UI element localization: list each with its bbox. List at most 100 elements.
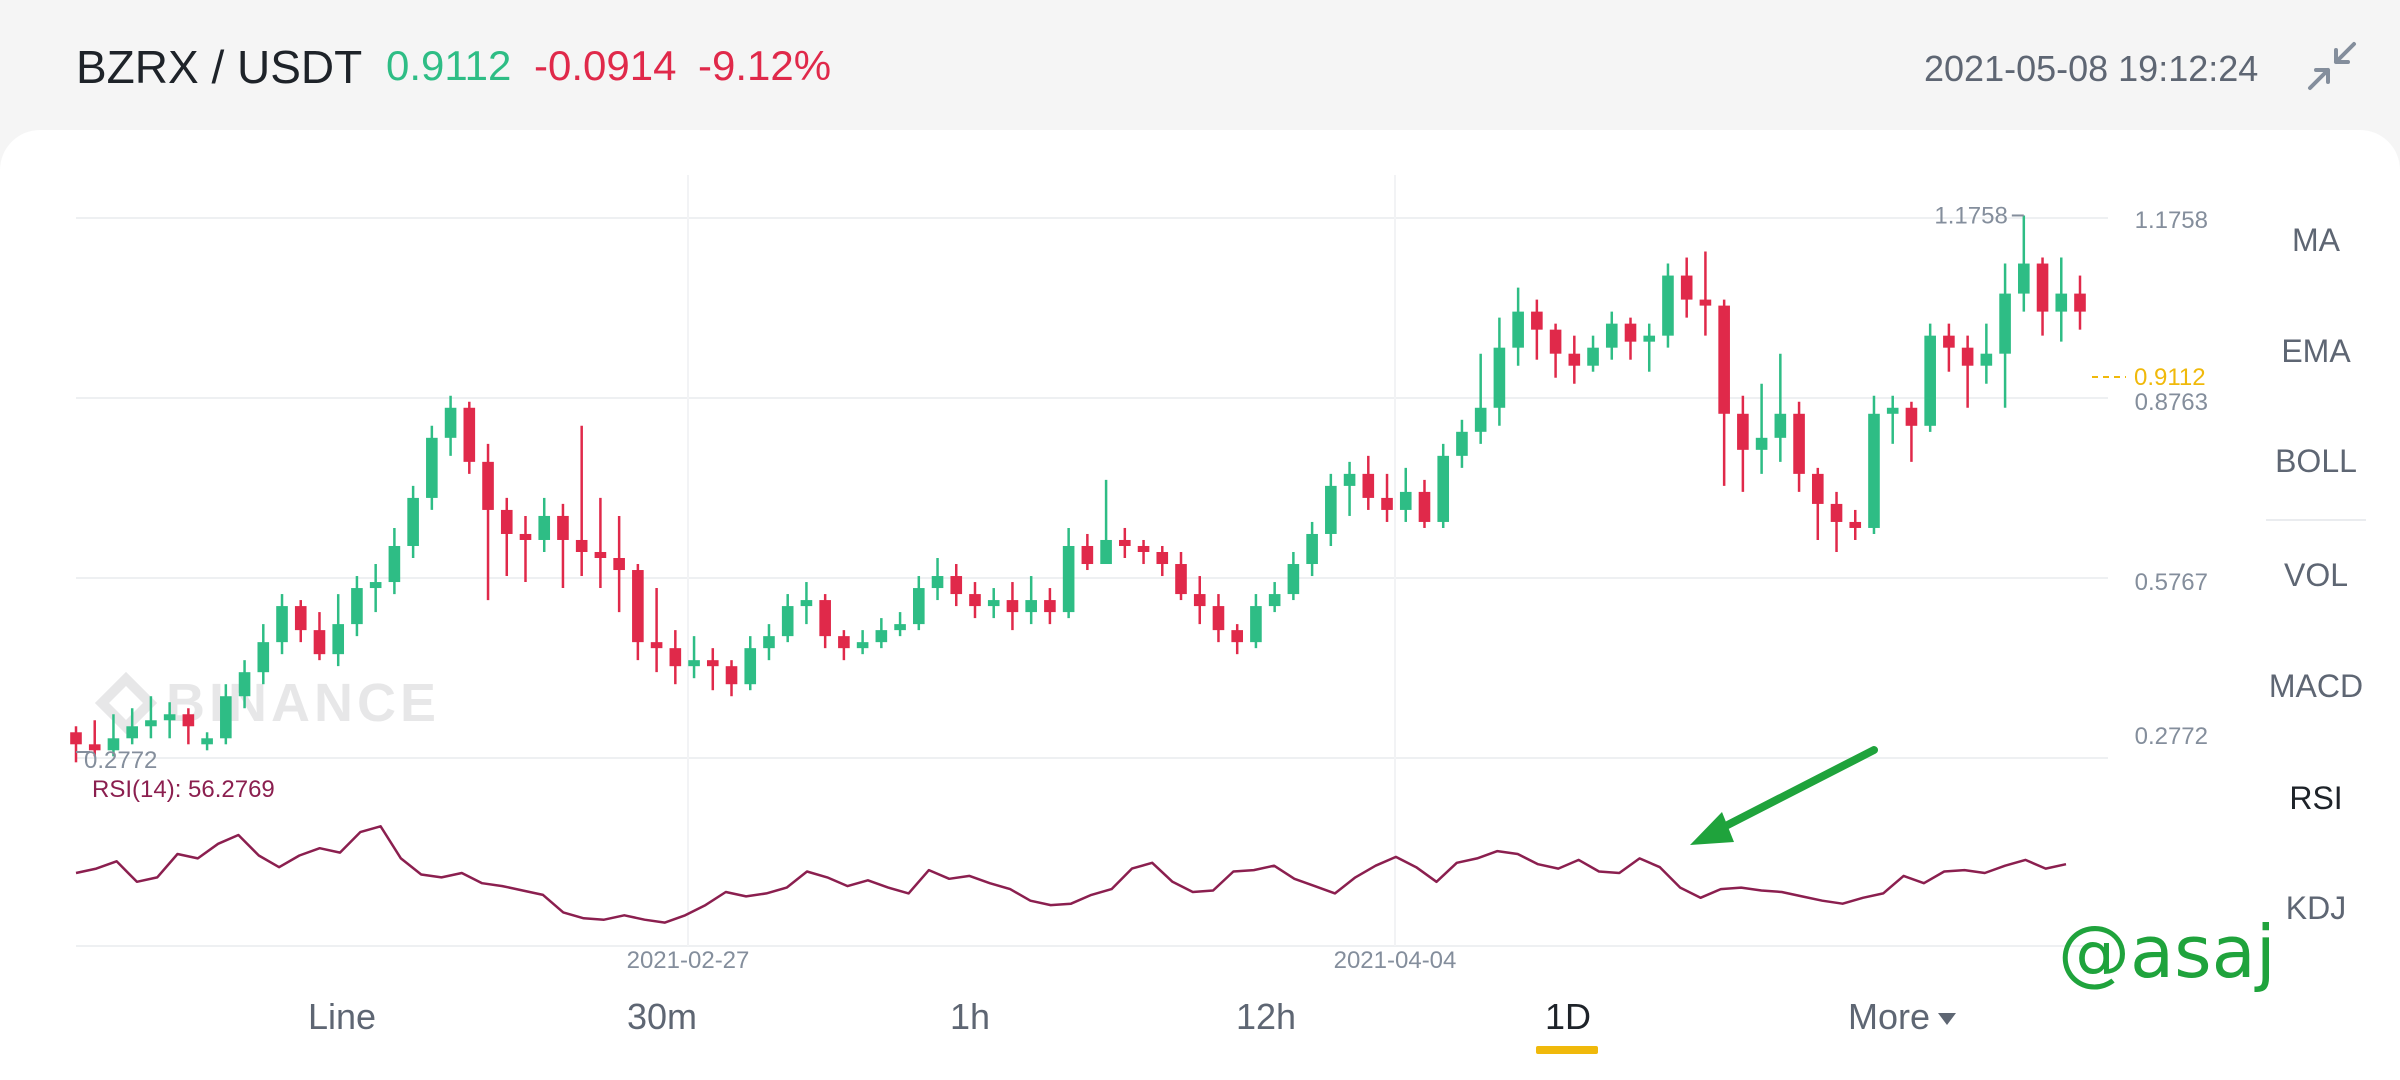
candle-body — [688, 660, 700, 667]
candle-body — [70, 732, 82, 745]
candle-body — [1886, 407, 1899, 414]
indicator-boll[interactable]: BOLL — [2266, 443, 2366, 480]
candle-body — [444, 407, 457, 438]
timeframe-more[interactable]: More — [1832, 996, 1972, 1038]
candle-body — [838, 636, 850, 649]
candle-body — [1250, 606, 1262, 643]
candle-body — [1193, 594, 1206, 607]
candle-body — [894, 624, 906, 631]
candle-body — [1699, 299, 1712, 306]
annotation-arrow-shaft — [1708, 746, 1878, 837]
candle-body — [1493, 347, 1506, 408]
candle-body — [1849, 521, 1862, 528]
rsi-value-label: RSI(14): 56.2769 — [92, 776, 275, 803]
candle-body — [163, 714, 176, 721]
candlestick-chart[interactable]: 1.1758 0.8763 0.5767 0.2772 1.1758 0.2772 0.91… — [0, 0, 2400, 1080]
candle-body — [1044, 600, 1056, 613]
candle-body — [1212, 606, 1225, 631]
candle-body — [1531, 311, 1543, 330]
candle-body — [1156, 551, 1169, 565]
candle-body — [819, 600, 831, 637]
candle-body — [1287, 564, 1300, 595]
candle-body — [632, 570, 644, 643]
candle-body — [182, 714, 195, 727]
candle-body — [369, 582, 382, 589]
timeframe-12h[interactable]: 12h — [1230, 996, 1302, 1038]
candle-body — [1512, 311, 1524, 348]
timeframe-line[interactable]: Line — [296, 996, 388, 1038]
candle-body — [388, 545, 401, 583]
candle-body — [669, 648, 682, 667]
candle-body — [1081, 545, 1094, 565]
candle-body — [1605, 323, 1618, 348]
rsi-line — [75, 825, 2067, 924]
caret-down-icon — [1938, 1013, 1957, 1026]
indicator-rsi[interactable]: RSI — [2266, 780, 2366, 817]
candle-body — [800, 600, 813, 607]
candle-body — [763, 636, 775, 649]
date-axis-label: 2021-02-27 — [627, 947, 750, 974]
indicator-ma[interactable]: MA — [2266, 222, 2366, 259]
candle-body — [1362, 473, 1375, 498]
candle-body — [987, 600, 1000, 607]
indicator-ema[interactable]: EMA — [2266, 333, 2366, 370]
candle-body — [912, 588, 925, 625]
timeframe-1h[interactable]: 1h — [940, 996, 1000, 1038]
candle-body — [1774, 413, 1787, 438]
indicator-divider — [2266, 519, 2366, 521]
candle-body — [1418, 491, 1431, 522]
candle-body — [725, 666, 738, 685]
timeframe-30m[interactable]: 30m — [612, 996, 712, 1038]
candle-body — [145, 720, 157, 727]
candle-body — [557, 515, 569, 540]
candle-body — [238, 672, 251, 697]
candle-body — [950, 576, 963, 595]
candle-body — [744, 648, 757, 685]
candle-body — [1456, 431, 1468, 456]
indicator-kdj[interactable]: KDJ — [2266, 890, 2366, 927]
candle-body — [332, 624, 345, 655]
candle-body — [276, 606, 288, 643]
price-tick-label: 0.8763 — [2135, 389, 2208, 416]
candle-body — [519, 533, 532, 540]
candle-body — [1624, 323, 1637, 342]
candle-body — [594, 551, 607, 559]
candle-body — [1980, 353, 1993, 366]
candle-body — [613, 558, 625, 571]
candle-body — [2036, 263, 2049, 312]
indicator-macd[interactable]: MACD — [2266, 668, 2366, 705]
candle-body — [781, 606, 794, 637]
candle-body — [257, 642, 270, 673]
candle-body — [1268, 594, 1281, 607]
candle-body — [575, 539, 588, 552]
candle-body — [126, 726, 138, 739]
candle-body — [1137, 545, 1150, 552]
candle-body — [1381, 497, 1393, 510]
timeframe-1d[interactable]: 1D — [1540, 996, 1596, 1038]
candle-body — [1999, 293, 2011, 354]
candle-body — [1062, 545, 1075, 613]
candle-body — [1961, 347, 1974, 366]
date-axis-label: 2021-04-04 — [1334, 947, 1457, 974]
candle-body — [407, 497, 419, 546]
candle-body — [1175, 564, 1187, 595]
candle-body — [426, 437, 438, 498]
user-handle-watermark: @asaj — [2058, 910, 2276, 994]
candle-body — [1437, 455, 1450, 522]
candle-body — [2018, 263, 2030, 294]
candle-body — [1943, 335, 1955, 348]
candle-body — [1905, 407, 1918, 426]
candle-body — [201, 738, 213, 745]
candle-body — [1737, 413, 1749, 450]
high-price-label: 1.1758 — [1934, 202, 2007, 229]
indicator-vol[interactable]: VOL — [2266, 557, 2366, 594]
candle-body — [1568, 353, 1581, 366]
candle-body — [1755, 437, 1768, 450]
candle-body — [650, 642, 663, 649]
candle-body — [351, 588, 363, 625]
candle-body — [482, 461, 494, 510]
candle-body — [1830, 503, 1843, 522]
candle-body — [1680, 275, 1693, 300]
active-timeframe-indicator — [1536, 1046, 1598, 1054]
timeframe-more-label: More — [1847, 996, 1931, 1037]
